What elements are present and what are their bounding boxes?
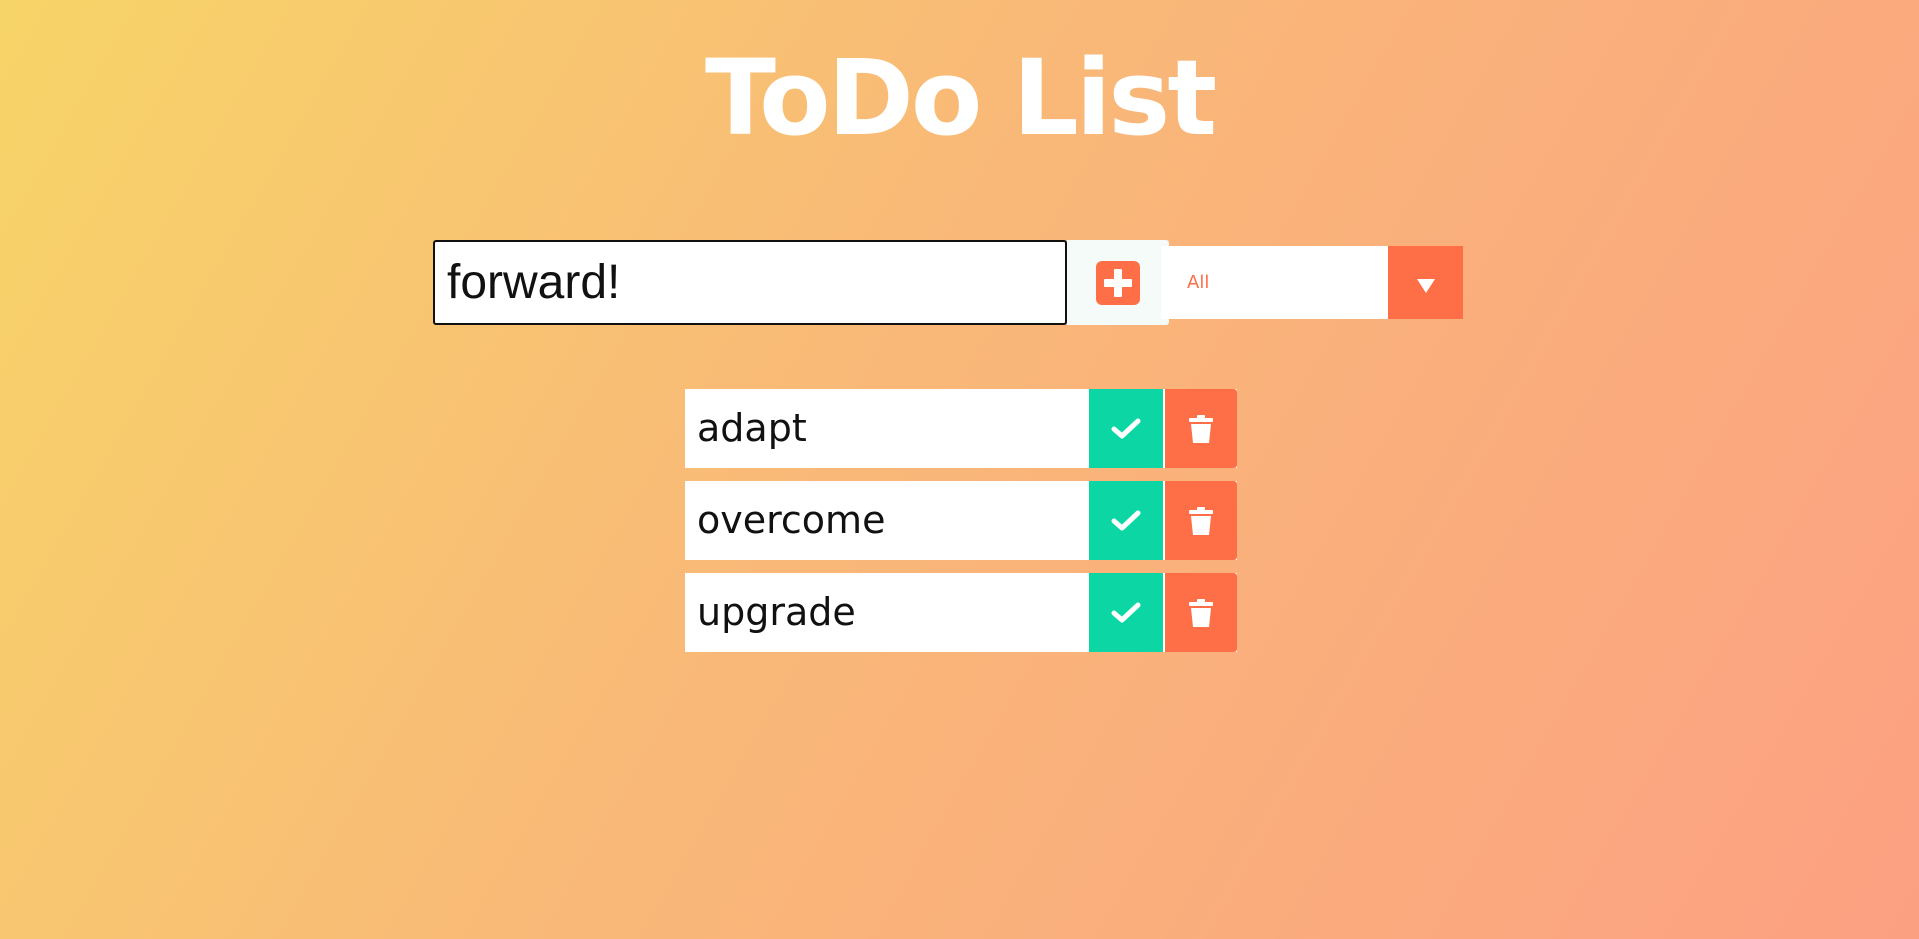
filter-select[interactable]: All (1161, 246, 1463, 319)
todo-input[interactable] (433, 240, 1067, 325)
todo-text: upgrade (697, 590, 856, 634)
plus-square-icon (1096, 260, 1140, 305)
trash-icon (1189, 598, 1213, 627)
delete-button[interactable] (1165, 573, 1237, 652)
todo-text: overcome (697, 498, 886, 542)
todo-item: overcome (685, 481, 1237, 560)
todo-item: upgrade (685, 573, 1237, 652)
delete-button[interactable] (1165, 481, 1237, 560)
todo-text: adapt (697, 406, 807, 450)
trash-icon (1189, 414, 1213, 443)
check-icon (1111, 510, 1141, 530)
caret-down-icon (1416, 278, 1435, 293)
delete-button[interactable] (1165, 389, 1237, 468)
check-icon (1111, 418, 1141, 438)
complete-button[interactable] (1089, 481, 1163, 560)
complete-button[interactable] (1089, 389, 1163, 468)
add-todo-button[interactable] (1067, 240, 1169, 325)
todo-item: adapt (685, 389, 1237, 468)
page-title: ToDo List (704, 37, 1217, 159)
trash-icon (1189, 506, 1213, 535)
todo-list: adapt overcome upgrade (685, 389, 1237, 665)
filter-dropdown-toggle[interactable] (1388, 246, 1463, 319)
todo-form: All (433, 240, 1463, 325)
complete-button[interactable] (1089, 573, 1163, 652)
check-icon (1111, 602, 1141, 622)
filter-selected-value: All (1187, 272, 1210, 293)
